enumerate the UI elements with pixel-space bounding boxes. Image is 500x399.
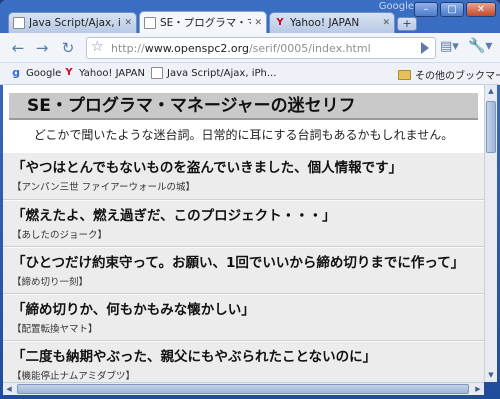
list-item: 「やつはとんでもないものを盗んでいきました、個人情報です」 【アンパン三世 ファ…	[3, 153, 484, 200]
page-content: SE・プログラマ・マネージャーの迷セリフ どこかで聞いたような迷台詞。日常的に耳…	[3, 85, 484, 382]
quote-text: 「燃えたよ、燃え過ぎだ、このプロジェクト・・・」	[12, 208, 336, 224]
tab-serif[interactable]: SE・プログラマ・マネー... ✕	[139, 11, 267, 33]
back-arrow-icon[interactable]: ←	[8, 38, 28, 58]
minimize-button[interactable]: –	[414, 2, 438, 17]
page-title: SE・プログラマ・マネージャーの迷セリフ	[9, 93, 478, 120]
tab-yahoo[interactable]: Y Yahoo! JAPAN ✕	[269, 12, 395, 33]
toolbar: ← → ↻ ☆ http://www.openspc2.org/serif/00…	[0, 33, 500, 63]
tab-label: Yahoo! JAPAN	[290, 17, 360, 29]
quote-source: 【締め切り一刻】	[12, 277, 89, 288]
tab-javascript[interactable]: Java Script/Ajax, i... ✕	[8, 12, 137, 33]
quote-source: 【あしたのジョーク】	[12, 230, 108, 241]
close-window-button[interactable]: ✕	[466, 2, 496, 17]
bookmark-yahoo[interactable]: Y Yahoo! JAPAN	[63, 67, 145, 79]
list-item: 「ひとつだけ約束守って。お願い、1回でいいから締め切りまでに作って」 【締め切り…	[3, 247, 484, 294]
wrench-menu-icon[interactable]: 🔧▾	[468, 38, 492, 54]
window-controls: – □ ✕	[414, 2, 496, 17]
quote-text: 「やつはとんでもないものを盗んでいきました、個人情報です」	[12, 160, 403, 176]
scroll-left-icon[interactable]: ◀	[3, 383, 15, 395]
new-tab-button[interactable]: +	[397, 17, 417, 31]
vertical-scrollbar[interactable]: ▲ ▼	[484, 85, 497, 382]
quote-text: 「ひとつだけ約束守って。お願い、1回でいいから締め切りまでに作って」	[12, 255, 465, 271]
scroll-down-icon[interactable]: ▼	[485, 369, 497, 382]
bookmark-star-icon[interactable]: ☆	[91, 39, 104, 55]
browser-window: Google – □ ✕ Java Script/Ajax, i... ✕ SE…	[0, 0, 500, 399]
bookmark-google[interactable]: g Google	[10, 67, 61, 79]
quote-source: 【アンパン三世 ファイアーウォールの城】	[12, 182, 196, 193]
go-arrow-icon[interactable]	[421, 42, 429, 54]
page-icon	[151, 67, 163, 79]
reload-icon[interactable]: ↻	[58, 38, 78, 58]
yahoo-icon: Y	[65, 67, 73, 78]
forward-arrow-icon[interactable]: →	[32, 38, 52, 58]
close-tab-icon[interactable]: ✕	[382, 18, 390, 28]
yahoo-icon: Y	[276, 17, 284, 28]
other-bookmarks[interactable]: その他のブックマーク	[398, 67, 500, 82]
tab-label: SE・プログラマ・マネー...	[160, 17, 251, 29]
horizontal-scrollbar[interactable]: ◀ ▶	[3, 382, 484, 395]
bookmark-javascript[interactable]: Java Script/Ajax, iPh...	[151, 67, 276, 79]
tab-strip: Google – □ ✕ Java Script/Ajax, i... ✕ SE…	[0, 0, 500, 33]
quote-text: 「締め切りか、何もかもみな懐かしい」	[12, 302, 255, 318]
tab-label: Java Script/Ajax, i...	[29, 17, 122, 29]
quote-text: 「二度も納期やぶった、親父にもやぶられたことないのに」	[12, 349, 377, 365]
quote-source: 【機能停止ナムアミダブツ】	[12, 371, 136, 382]
bookmarks-bar: g Google Y Yahoo! JAPAN Java Script/Ajax…	[0, 63, 500, 85]
scroll-up-icon[interactable]: ▲	[485, 85, 497, 98]
list-item: 「二度も納期やぶった、親父にもやぶられたことないのに」 【機能停止ナムアミダブツ…	[3, 341, 484, 382]
google-icon: g	[12, 66, 20, 79]
page-icon	[144, 16, 156, 29]
close-tab-icon[interactable]: ✕	[124, 18, 132, 28]
vertical-scroll-thumb[interactable]	[486, 101, 496, 153]
folder-icon	[398, 69, 411, 80]
page-icon	[13, 17, 25, 29]
page-menu-icon[interactable]: ▤▾	[440, 39, 459, 54]
app-brand: Google	[378, 1, 414, 12]
url-text[interactable]: http://www.openspc2.org/serif/0005/index…	[111, 42, 371, 55]
scroll-right-icon[interactable]: ▶	[472, 383, 484, 395]
maximize-button[interactable]: □	[440, 2, 464, 17]
close-tab-icon[interactable]: ✕	[254, 18, 262, 28]
horizontal-scroll-thumb[interactable]	[17, 384, 469, 394]
list-item: 「燃えたよ、燃え過ぎだ、このプロジェクト・・・」 【あしたのジョーク】	[3, 200, 484, 247]
list-item: 「締め切りか、何もかもみな懐かしい」 【配置転換ヤマト】	[3, 294, 484, 341]
quote-source: 【配置転換ヤマト】	[12, 324, 98, 335]
page-lead: どこかで聞いたような迷台詞。日常的に耳にする台詞もあるかもしれません。	[33, 128, 454, 142]
quote-list: 「やつはとんでもないものを盗んでいきました、個人情報です」 【アンパン三世 ファ…	[3, 153, 484, 382]
address-bar[interactable]: ☆ http://www.openspc2.org/serif/0005/ind…	[86, 37, 436, 59]
